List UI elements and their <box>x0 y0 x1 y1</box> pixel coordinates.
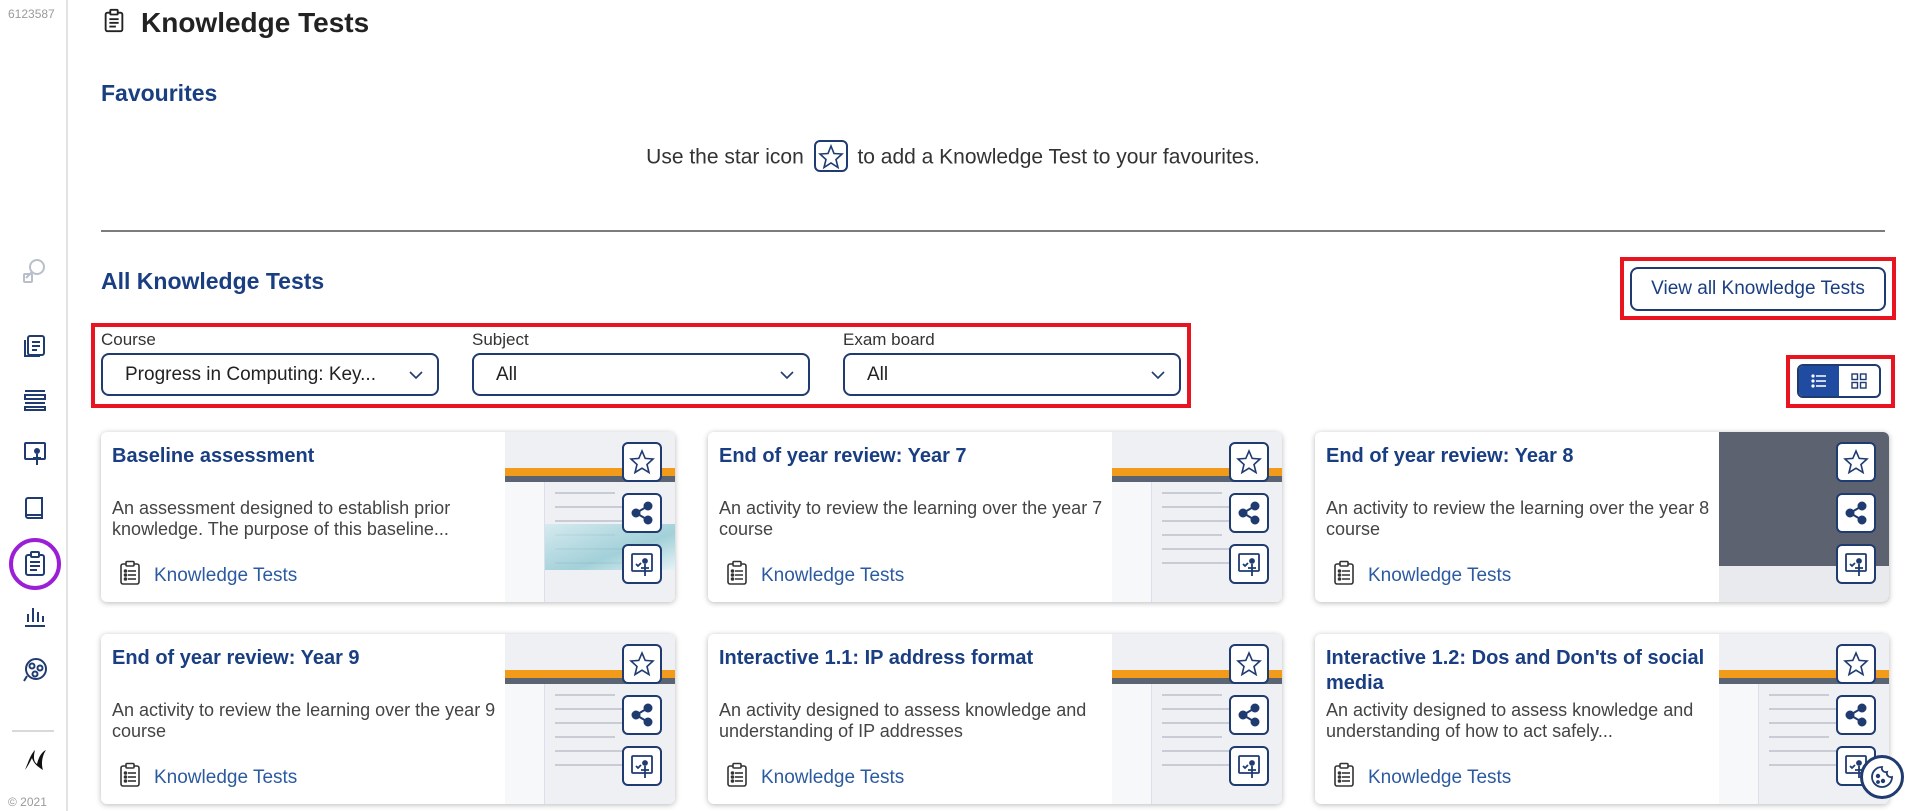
card-description: An assessment designed to establish prio… <box>112 498 451 539</box>
clipboard-icon <box>118 762 142 793</box>
documents-icon[interactable] <box>17 328 53 364</box>
card-title[interactable]: End of year review: Year 9 <box>112 646 502 671</box>
all-tests-heading: All Knowledge Tests <box>101 268 325 294</box>
favourites-heading: Favourites <box>101 80 218 106</box>
clipboard-icon[interactable] <box>9 538 61 590</box>
test-card[interactable]: Interactive 1.2: Dos and Don'ts of socia… <box>1315 634 1889 804</box>
card-title[interactable]: Interactive 1.1: IP address format <box>719 646 1109 671</box>
list-icon <box>1811 374 1826 388</box>
course-filter: Course Progress in Computing: Key... <box>101 330 439 396</box>
search-icon[interactable] <box>17 252 53 288</box>
clipboard-icon <box>101 8 127 39</box>
card-title[interactable]: Baseline assessment <box>112 444 502 469</box>
clipboard-icon <box>725 762 749 793</box>
cookie-icon <box>1871 766 1893 788</box>
filter-label: Subject <box>472 330 529 349</box>
select-value: Progress in Computing: Key... <box>125 363 376 385</box>
subject-filter: Subject All <box>472 330 810 396</box>
chevron-down-icon <box>780 370 794 379</box>
test-card[interactable]: Interactive 1.1: IP address format An act… <box>708 634 1282 804</box>
favourite-star-button[interactable] <box>1229 442 1269 482</box>
brand-logo-icon[interactable] <box>17 742 53 778</box>
cookie-settings-button[interactable] <box>1860 755 1904 799</box>
share-button[interactable] <box>1229 695 1269 735</box>
favourites-hint: Use the star icon to add a Knowledge Tes… <box>0 140 1906 174</box>
share-button[interactable] <box>622 493 662 533</box>
card-description: An activity to review the learning over … <box>719 498 1103 539</box>
star-icon <box>813 140 848 172</box>
section-divider <box>101 230 1885 232</box>
clipboard-icon <box>1332 560 1356 591</box>
favourite-star-button[interactable] <box>1836 442 1876 482</box>
chevron-down-icon <box>1151 370 1165 379</box>
assign-button[interactable] <box>1229 544 1269 584</box>
card-tag-link[interactable]: Knowledge Tests <box>1368 565 1511 587</box>
card-tag-link[interactable]: Knowledge Tests <box>761 767 904 789</box>
share-button[interactable] <box>1229 493 1269 533</box>
chevron-down-icon <box>409 370 423 379</box>
view-all-button[interactable]: View all Knowledge Tests <box>1630 267 1886 311</box>
page-header: Knowledge Tests <box>101 6 369 40</box>
favourites-hint-before: Use the star icon <box>646 145 804 169</box>
presenter-icon[interactable] <box>17 436 53 472</box>
view-mode-toggle <box>1797 364 1881 398</box>
clipboard-icon <box>725 560 749 591</box>
assign-button[interactable] <box>1229 746 1269 786</box>
card-title[interactable]: End of year review: Year 8 <box>1326 444 1716 469</box>
card-tag-link[interactable]: Knowledge Tests <box>154 767 297 789</box>
card-tag: Knowledge Tests <box>725 762 904 793</box>
grid-icon <box>1851 373 1867 389</box>
assign-button[interactable] <box>622 544 662 584</box>
list-view-button[interactable] <box>1799 366 1839 396</box>
exam-board-select[interactable]: All <box>843 353 1181 396</box>
subject-select[interactable]: All <box>472 353 810 396</box>
copyright: © 2021 <box>8 795 47 809</box>
test-card[interactable]: Baseline assessment An assessment designe… <box>101 432 675 602</box>
card-tag-link[interactable]: Knowledge Tests <box>761 565 904 587</box>
filter-label: Course <box>101 330 156 349</box>
favourites-hint-after: to add a Knowledge Test to your favourit… <box>857 145 1260 169</box>
clipboard-icon <box>118 560 142 591</box>
favourite-star-button[interactable] <box>1836 644 1876 684</box>
card-description: An activity to review the learning over … <box>112 700 496 741</box>
clipboard-icon <box>1332 762 1356 793</box>
card-description: An activity designed to assess knowledge… <box>719 700 1087 741</box>
share-button[interactable] <box>1836 493 1876 533</box>
page-title: Knowledge Tests <box>141 7 370 38</box>
assign-button[interactable] <box>622 746 662 786</box>
share-button[interactable] <box>1836 695 1876 735</box>
card-title[interactable]: End of year review: Year 7 <box>719 444 1109 469</box>
card-tag: Knowledge Tests <box>1332 560 1511 591</box>
card-title[interactable]: Interactive 1.2: Dos and Don'ts of socia… <box>1326 646 1716 696</box>
sidebar: 6123587 © 2021 <box>0 0 68 811</box>
bar-chart-icon[interactable] <box>17 598 53 634</box>
share-button[interactable] <box>622 695 662 735</box>
card-tag-link[interactable]: Knowledge Tests <box>1368 767 1511 789</box>
course-select[interactable]: Progress in Computing: Key... <box>101 353 439 396</box>
card-tag: Knowledge Tests <box>118 762 297 793</box>
favourite-star-button[interactable] <box>1229 644 1269 684</box>
assign-button[interactable] <box>1836 544 1876 584</box>
list-icon[interactable] <box>17 382 53 418</box>
favourite-star-button[interactable] <box>622 644 662 684</box>
favourite-star-button[interactable] <box>622 442 662 482</box>
card-description: An activity to review the learning over … <box>1326 498 1710 539</box>
book-icon[interactable] <box>17 490 53 526</box>
card-tag: Knowledge Tests <box>725 560 904 591</box>
select-value: All <box>496 363 518 385</box>
build-id: 6123587 <box>8 7 55 21</box>
card-tag-link[interactable]: Knowledge Tests <box>154 565 297 587</box>
filter-label: Exam board <box>843 330 935 349</box>
cog-group-icon[interactable] <box>17 652 53 688</box>
sidebar-divider <box>12 730 54 732</box>
exam-board-filter: Exam board All <box>843 330 1181 396</box>
test-card[interactable]: End of year review: Year 7 An activity to… <box>708 432 1282 602</box>
select-value: All <box>867 363 889 385</box>
card-tag: Knowledge Tests <box>1332 762 1511 793</box>
card-description: An activity designed to assess knowledge… <box>1326 700 1694 741</box>
test-card[interactable]: End of year review: Year 9 An activity to… <box>101 634 675 804</box>
card-tag: Knowledge Tests <box>118 560 297 591</box>
test-card[interactable]: End of year review: Year 8 An activity to… <box>1315 432 1889 602</box>
grid-view-button[interactable] <box>1839 366 1879 396</box>
